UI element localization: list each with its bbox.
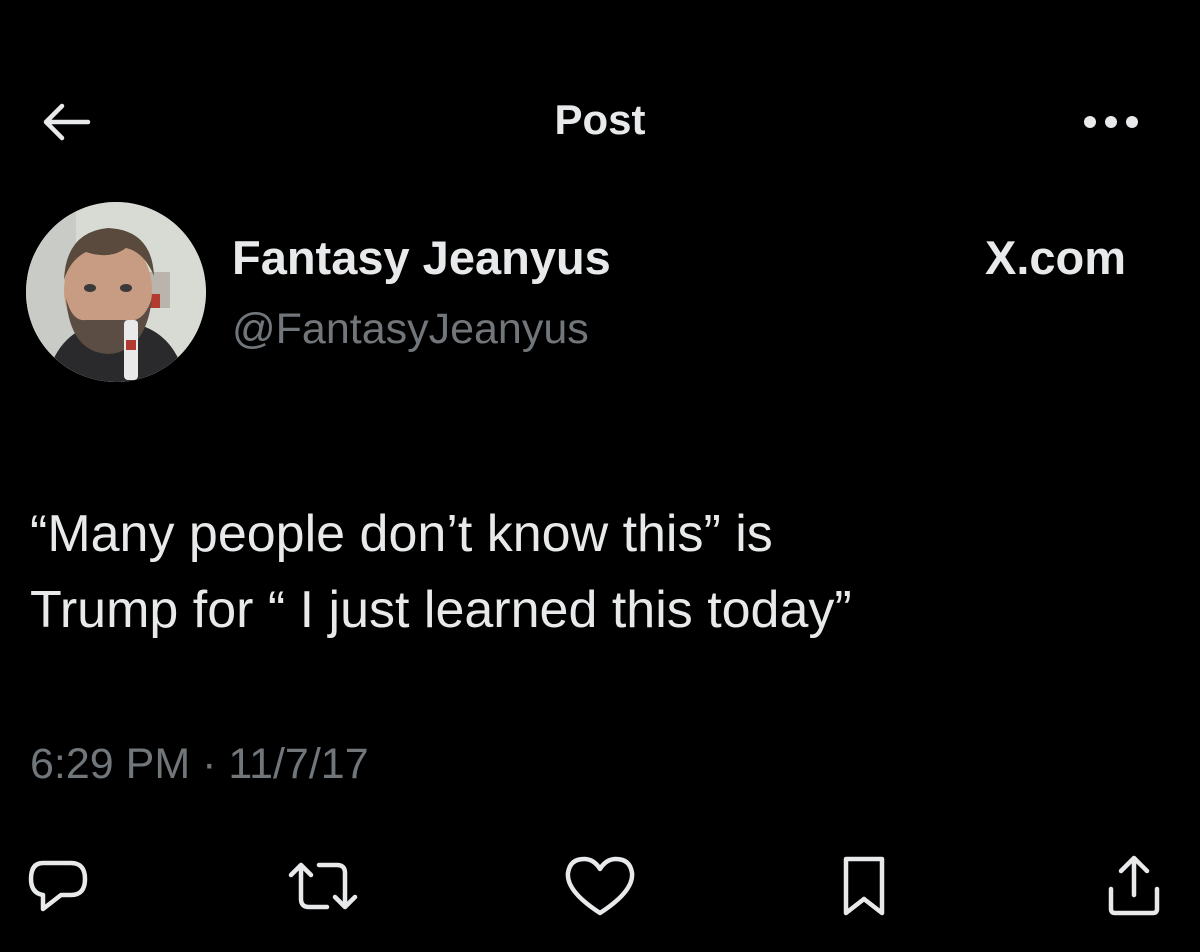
top-bar: Post (0, 0, 1200, 240)
avatar[interactable] (26, 202, 206, 382)
share-button[interactable] (1094, 846, 1174, 926)
x-com-watermark: X.com (985, 231, 1127, 284)
repost-icon (288, 862, 358, 910)
bookmark-button[interactable] (824, 846, 904, 926)
post-text: “Many people don’t know this” is Trump f… (30, 496, 1150, 648)
author-handle[interactable]: @FantasyJeanyus (232, 305, 589, 354)
reply-icon (28, 860, 88, 912)
user-avatar-photo (26, 202, 206, 382)
heart-icon (565, 856, 635, 916)
bookmark-icon (843, 856, 885, 916)
post-timestamp[interactable]: 6:29 PM · 11/7/17 (30, 740, 369, 789)
more-horizontal-icon (1084, 116, 1138, 128)
repost-button[interactable] (283, 846, 363, 926)
like-button[interactable] (560, 846, 640, 926)
reply-button[interactable] (18, 846, 98, 926)
author-display-name[interactable]: Fantasy Jeanyus (232, 230, 611, 285)
post-text-line: “Many people don’t know this” is (30, 505, 773, 563)
post-text-line: Trump for “ I just learned this today” (30, 581, 852, 639)
action-bar (0, 846, 1200, 926)
share-icon (1108, 855, 1160, 916)
more-options-button[interactable] (1080, 102, 1142, 142)
page-title: Post (554, 96, 646, 143)
